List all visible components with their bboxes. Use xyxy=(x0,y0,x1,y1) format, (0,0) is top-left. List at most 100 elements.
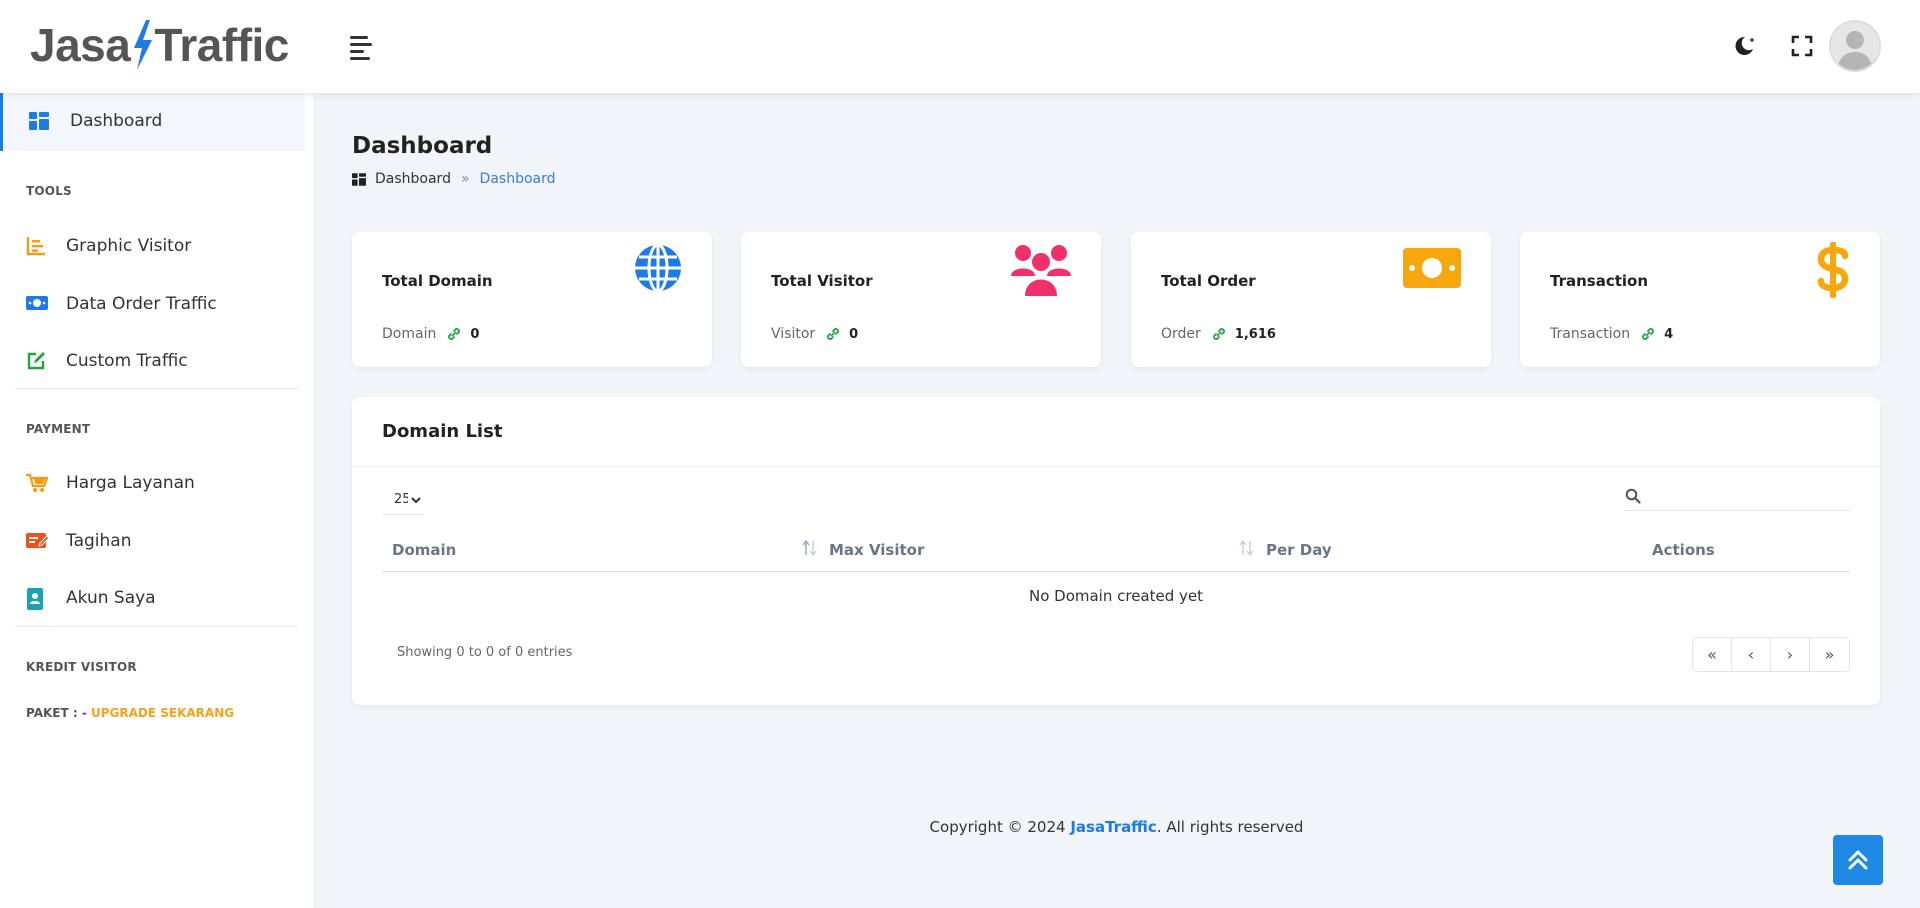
breadcrumb-home[interactable]: Dashboard xyxy=(375,171,451,187)
table-header: Domain Max Visitor Per Day Actions xyxy=(382,527,1850,572)
domain-list-panel: Domain List 25 Domain Max Visitor Per Da… xyxy=(352,397,1880,705)
pagination-prev-button[interactable]: ‹ xyxy=(1732,638,1771,671)
footer-suffix: . All rights reserved xyxy=(1156,818,1304,836)
card-value: 1,616 xyxy=(1234,326,1276,342)
pagination-first-button[interactable]: « xyxy=(1693,638,1732,671)
sidebar-divider xyxy=(15,388,298,389)
stat-card-total-visitor: Total Visitor Visitor 0 xyxy=(741,232,1101,367)
sidebar-item-label: Custom Traffic xyxy=(66,351,188,371)
sidebar-item-custom-traffic[interactable]: Custom Traffic xyxy=(0,338,305,384)
dashboard-grid-icon xyxy=(29,112,49,130)
sort-icon[interactable] xyxy=(802,539,818,557)
breadcrumb: Dashboard » Dashboard xyxy=(352,171,556,187)
footer-brand-link[interactable]: JasaTraffic xyxy=(1070,818,1156,836)
card-value: 0 xyxy=(470,326,480,342)
table-empty-message: No Domain created yet xyxy=(1028,587,1204,605)
back-to-top-button[interactable] xyxy=(1833,835,1883,885)
section-heading-tools: TOOLS xyxy=(26,184,72,198)
footer-prefix: Copyright © 2024 xyxy=(929,818,1071,836)
breadcrumb-current[interactable]: Dashboard xyxy=(480,171,556,187)
section-heading-payment: PAYMENT xyxy=(26,422,91,436)
card-value: 0 xyxy=(849,326,859,342)
stat-card-transaction: Transaction Transaction 4 xyxy=(1520,232,1880,367)
card-title: Transaction xyxy=(1550,272,1649,290)
top-header: Jasa Traffic xyxy=(0,0,1920,93)
card-sub-label: Domain xyxy=(382,326,437,342)
card-title: Total Visitor xyxy=(771,272,873,290)
paket-info: PAKET : - UPGRADE SEKARANG xyxy=(26,706,234,720)
link-icon xyxy=(827,328,840,340)
stat-card-total-order: Total Order Order 1,616 xyxy=(1131,232,1491,367)
panel-header: Domain List xyxy=(352,397,1880,467)
link-icon xyxy=(1212,328,1225,340)
sidebar-item-data-order-traffic[interactable]: Data Order Traffic xyxy=(0,281,305,327)
sidebar-item-label: Graphic Visitor xyxy=(66,236,192,256)
pagination-next-button[interactable]: › xyxy=(1771,638,1810,671)
page-length-select[interactable]: 25 xyxy=(382,485,424,515)
sidebar: Dashboard TOOLS Graphic Visitor Data Ord… xyxy=(0,93,313,908)
card-value: 4 xyxy=(1664,326,1674,342)
double-chevron-up-icon xyxy=(1848,850,1868,870)
sidebar-divider xyxy=(15,626,298,627)
search-icon xyxy=(1625,488,1641,504)
column-header-domain[interactable]: Domain xyxy=(392,541,456,559)
table-info: Showing 0 to 0 of 0 entries xyxy=(397,645,573,660)
card-subline: Visitor 0 xyxy=(771,326,858,342)
sidebar-item-akun-saya[interactable]: Akun Saya xyxy=(0,575,305,621)
sidebar-item-label: Harga Layanan xyxy=(66,473,195,493)
sidebar-item-label: Dashboard xyxy=(70,111,163,131)
sidebar-item-label: Tagihan xyxy=(66,531,132,551)
users-icon xyxy=(1011,245,1071,296)
page-title: Dashboard xyxy=(352,133,493,159)
sidebar-item-harga-layanan[interactable]: Harga Layanan xyxy=(0,460,305,506)
logo-text-right: Traffic xyxy=(154,19,289,71)
cart-icon xyxy=(26,473,48,492)
dashboard-grid-icon xyxy=(352,172,366,186)
upgrade-link[interactable]: UPGRADE SEKARANG xyxy=(91,706,234,720)
menu-toggle-icon[interactable] xyxy=(350,36,374,60)
fullscreen-icon[interactable] xyxy=(1788,32,1816,60)
user-avatar[interactable] xyxy=(1829,20,1881,72)
card-subline: Order 1,616 xyxy=(1161,326,1276,342)
dollar-icon xyxy=(1817,242,1849,298)
sidebar-item-tagihan[interactable]: Tagihan xyxy=(0,518,305,564)
logo[interactable]: Jasa Traffic xyxy=(30,18,289,72)
search-input[interactable] xyxy=(1649,483,1845,509)
user-silhouette-icon xyxy=(1837,31,1873,70)
footer: Copyright © 2024 JasaTraffic. All rights… xyxy=(313,818,1920,836)
globe-icon xyxy=(635,243,681,293)
card-sub-label: Order xyxy=(1161,326,1201,342)
dark-mode-moon-icon[interactable] xyxy=(1730,32,1758,60)
section-heading-kredit-visitor: KREDIT VISITOR xyxy=(26,660,137,674)
search-box xyxy=(1625,481,1850,511)
column-header-per-day[interactable]: Per Day xyxy=(1266,541,1332,559)
panel-title: Domain List xyxy=(382,421,503,442)
card-sub-label: Visitor xyxy=(771,326,816,342)
sidebar-item-graphic-visitor[interactable]: Graphic Visitor xyxy=(0,223,305,269)
card-title: Total Order xyxy=(1161,272,1256,290)
breadcrumb-separator: » xyxy=(460,171,470,187)
column-header-actions: Actions xyxy=(1652,541,1715,559)
logo-text-left: Jasa xyxy=(30,19,131,71)
link-icon xyxy=(1642,328,1654,340)
sidebar-item-dashboard[interactable]: Dashboard xyxy=(0,93,305,151)
money-bill-icon xyxy=(1403,248,1461,288)
card-sub-label: Transaction xyxy=(1550,326,1631,342)
lightning-bolt-icon xyxy=(134,20,153,70)
card-title: Total Domain xyxy=(382,272,493,290)
paket-label: PAKET : - xyxy=(26,706,87,720)
link-icon xyxy=(448,328,461,340)
money-bill-icon xyxy=(26,296,48,310)
sidebar-item-label: Data Order Traffic xyxy=(66,294,217,314)
pagination: « ‹ › » xyxy=(1692,637,1850,672)
edit-icon xyxy=(27,352,45,370)
pagination-last-button[interactable]: » xyxy=(1810,638,1849,671)
sidebar-item-label: Akun Saya xyxy=(66,588,156,608)
sort-icon[interactable] xyxy=(1239,539,1255,557)
column-header-max-visitor[interactable]: Max Visitor xyxy=(829,541,924,559)
stat-card-total-domain: Total Domain Domain 0 xyxy=(352,232,712,367)
card-subline: Transaction 4 xyxy=(1550,326,1673,342)
invoice-icon xyxy=(26,533,50,548)
bar-chart-icon xyxy=(26,237,45,256)
card-subline: Domain 0 xyxy=(382,326,479,342)
